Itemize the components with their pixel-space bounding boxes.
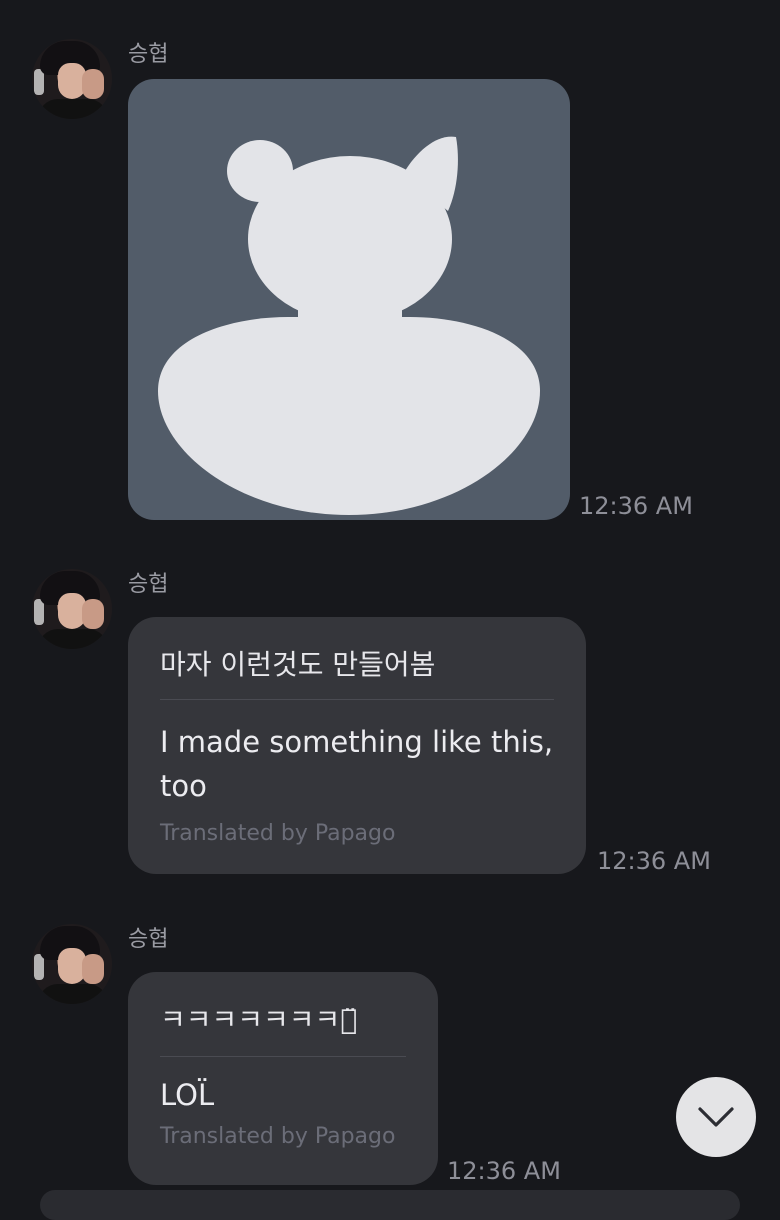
translated-text: LOL̈ (160, 1078, 215, 1112)
translated-text: I made something like this, too (160, 725, 554, 803)
message-timestamp: 12:36 AM (447, 1157, 561, 1185)
original-text: ㅋㅋㅋㅋㅋㅋㅋㅋ̈ (160, 1003, 358, 1036)
message-composer[interactable] (40, 1190, 740, 1220)
message-timestamp: 12:36 AM (579, 492, 693, 520)
scroll-to-bottom-button[interactable] (676, 1077, 756, 1157)
sender-name: 승협 (128, 927, 169, 952)
message-avatar[interactable] (32, 569, 112, 649)
message-avatar[interactable] (32, 39, 112, 119)
sender-name: 승협 (128, 42, 169, 67)
text-message-bubble[interactable]: ㅋㅋㅋㅋㅋㅋㅋㅋ̈ LOL̈ Translated by Papago (128, 972, 438, 1185)
image-message[interactable] (128, 79, 570, 520)
chevron-down-icon (698, 1107, 734, 1127)
sender-name: 승협 (128, 572, 169, 597)
message-timestamp: 12:36 AM (597, 847, 711, 875)
bear-silhouette-icon (158, 136, 540, 515)
text-message-bubble[interactable]: 마자 이런것도 만들어봄 I made something like this,… (128, 617, 586, 874)
message-avatar[interactable] (32, 924, 112, 1004)
translation-credit: Translated by Papago (160, 821, 396, 846)
translation-credit: Translated by Papago (160, 1124, 396, 1149)
original-text: 마자 이런것도 만들어봄 (160, 648, 436, 681)
